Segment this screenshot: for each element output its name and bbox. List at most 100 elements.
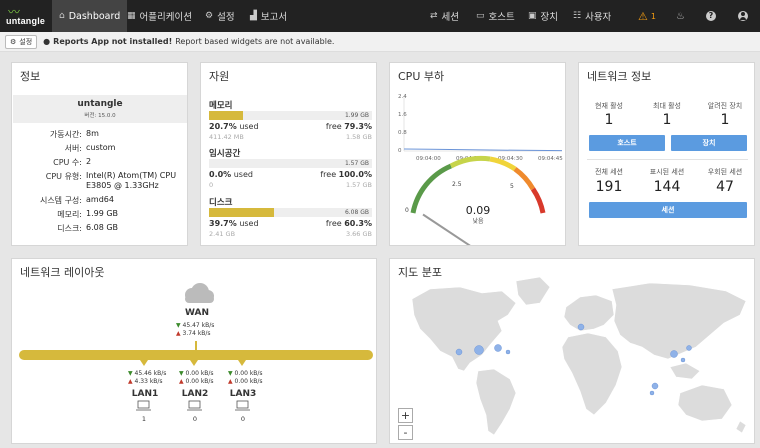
home-icon: ⌂: [59, 11, 65, 21]
map-marker[interactable]: [686, 345, 692, 351]
lan2-device-icon[interactable]: [187, 400, 202, 411]
swap-used-pct: 0.0%: [209, 170, 232, 179]
wan-up-rate: 3.74 kB/s: [182, 330, 211, 337]
info-value: 1.99 GB: [86, 209, 119, 218]
cpu-ytick: 0.8: [398, 130, 407, 136]
gauge-band-high: [513, 166, 536, 191]
disk-free-pct: 60.3%: [344, 219, 372, 228]
lan1-connector: [140, 360, 148, 366]
swap-bar: 1.57 GB: [209, 159, 372, 168]
top-nav-bar: 〰 untangle ⌂ Dashboard ▦ 어플리케이션 ⚙ 설정 ▟ 보…: [0, 0, 760, 32]
dashboard-settings-button[interactable]: ⚙ 설정: [5, 34, 38, 49]
nav-sessions[interactable]: ⇄ 세션: [430, 0, 459, 32]
nav-reports-label: 보고서: [260, 12, 288, 23]
map-marker[interactable]: [670, 350, 678, 358]
swap-used-amount: 0: [209, 181, 214, 189]
version: 버전: 15.0.0: [84, 113, 116, 119]
nav-users[interactable]: ☷ 사용자: [573, 0, 611, 32]
device-icon: ▣: [528, 11, 537, 21]
lan2-host-count: 0: [192, 415, 198, 423]
logo-text: untangle: [6, 16, 46, 26]
down-arrow-icon: ▼: [176, 322, 181, 329]
shown-sessions-value: 144: [653, 179, 681, 195]
nav-apps[interactable]: ▦ 어플리케이션: [120, 0, 199, 32]
map-marker[interactable]: [577, 323, 585, 331]
zoom-in-button[interactable]: +: [398, 408, 413, 423]
sessions-button[interactable]: 세션: [589, 202, 747, 218]
cpu-ytick: 0: [398, 148, 402, 154]
lan3-device-icon[interactable]: [235, 400, 250, 411]
bypassed-sessions-label: 우회된 세션: [707, 168, 743, 176]
down-arrow-icon: ▼: [228, 370, 233, 377]
memory-used-pct: 20.7%: [209, 122, 237, 131]
devices-button[interactable]: 장치: [671, 135, 747, 151]
info-key: 디스크:: [57, 224, 82, 233]
hosts-button[interactable]: 호스트: [589, 135, 665, 151]
total-sessions-value: 191: [595, 179, 623, 195]
alerts-button[interactable]: ⚠ 1: [638, 0, 656, 32]
nav-settings[interactable]: ⚙ 설정: [198, 0, 242, 32]
down-arrow-icon: ▼: [128, 370, 133, 377]
map-marker[interactable]: [649, 390, 655, 396]
free-word: free: [320, 170, 337, 179]
info-key: 가동시간:: [49, 130, 82, 139]
nav-reports[interactable]: ▟ 보고서: [243, 0, 294, 32]
info-value: Intel(R) Atom(TM) CPU E3805 @ 1.33GHz: [86, 171, 177, 190]
cloud-icon[interactable]: [185, 283, 214, 303]
lan2-label[interactable]: LAN2: [180, 389, 210, 399]
world-map[interactable]: [390, 259, 755, 444]
up-arrow-icon: ▲: [176, 330, 181, 337]
wan-label[interactable]: WAN: [182, 308, 212, 318]
gear-icon: ⚙: [205, 11, 214, 21]
info-title: 정보: [20, 70, 41, 83]
reports-alert-bar: ⚙ 설정 ● Reports App not installed! Report…: [0, 32, 760, 52]
lan1-label[interactable]: LAN1: [130, 389, 160, 399]
new-zealand-shape: [735, 420, 747, 434]
map-marker[interactable]: [455, 348, 463, 356]
map-marker[interactable]: [474, 345, 484, 355]
nav-hosts[interactable]: ▭ 호스트: [476, 0, 515, 32]
nav-devices[interactable]: ▣ 장치: [528, 0, 558, 32]
info-key: 메모리:: [57, 210, 82, 219]
lan3-label[interactable]: LAN3: [228, 389, 258, 399]
cpu-value: 0.09: [466, 204, 491, 217]
map-marker[interactable]: [680, 357, 686, 363]
untangle-logo[interactable]: 〰 untangle: [6, 3, 48, 29]
map-marker[interactable]: [505, 349, 511, 355]
nav-dashboard[interactable]: ⌂ Dashboard: [52, 0, 128, 32]
network-bus: [19, 350, 373, 360]
map-marker[interactable]: [494, 344, 502, 352]
lan1-rates: ▼ 45.46 kB/s ▲ 4.33 kB/s: [128, 370, 166, 386]
help-button[interactable]: ?: [706, 0, 716, 32]
disk-total: 6.08 GB: [344, 209, 369, 216]
asia-shape: [611, 282, 747, 360]
geo-distribution-widget: 지도 분포 + -: [389, 258, 755, 444]
down-arrow-icon: ▼: [179, 370, 184, 377]
swap-label: 임시공간: [209, 149, 241, 159]
gauge-band-max: [530, 187, 546, 214]
lan1-device-icon[interactable]: [136, 400, 151, 411]
used-word: used: [239, 219, 259, 228]
gauge-tick: 5: [510, 183, 514, 190]
free-word: free: [325, 122, 342, 131]
dashboard-settings-label: 설정: [19, 37, 33, 46]
lan1-down-rate: 45.46 kB/s: [134, 370, 167, 377]
monitor-icon: ▭: [476, 11, 485, 21]
lan2-up-rate: 0.00 kB/s: [185, 378, 214, 385]
map-marker[interactable]: [651, 382, 659, 390]
network-info-widget: 네트워크 정보 현재 활성 최대 활성 알려진 장치 1 1 1 호스트 장치 …: [578, 62, 755, 246]
info-value: amd64: [86, 195, 114, 204]
account-button[interactable]: [738, 0, 748, 32]
gauge-needle: [422, 213, 471, 245]
up-arrow-icon: ▲: [179, 378, 184, 385]
disk-bar-fill: [209, 208, 274, 217]
europe-shape: [563, 294, 615, 332]
zoom-out-button[interactable]: -: [398, 425, 413, 440]
grid-icon: ▦: [127, 11, 136, 21]
up-arrow-icon: ▲: [128, 378, 133, 385]
lightbulb-icon[interactable]: ♨: [676, 0, 685, 32]
hostname: untangle: [77, 99, 123, 109]
info-key: 시스템 구성:: [39, 196, 82, 205]
cpu-load-line: [403, 148, 563, 152]
north-america-shape: [411, 286, 517, 372]
